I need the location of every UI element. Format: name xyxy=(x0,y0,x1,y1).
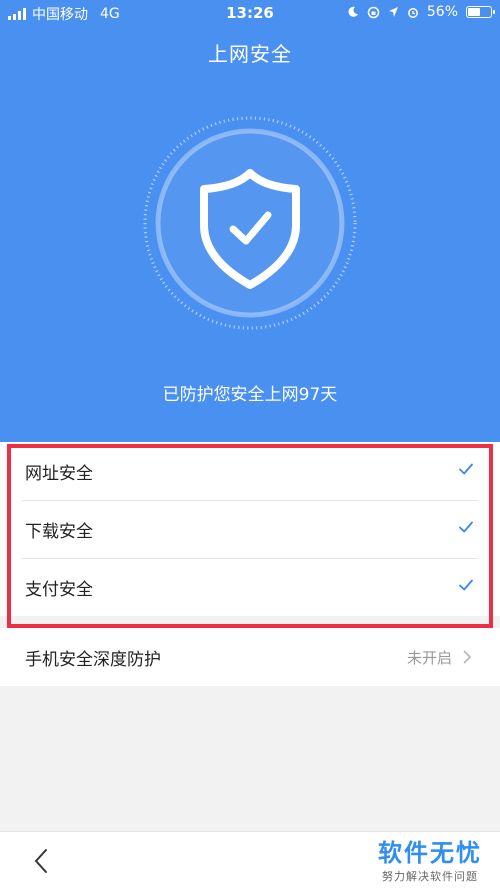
back-arrow-icon[interactable] xyxy=(30,846,52,876)
moon-icon xyxy=(348,6,358,17)
option-payment-security[interactable]: 支付安全 xyxy=(0,558,500,616)
watermark-title: 软件无忧 xyxy=(378,839,482,867)
deep-protection-label: 手机安全深度防护 xyxy=(25,649,161,670)
check-icon xyxy=(459,463,473,475)
deep-protection-row[interactable]: 手机安全深度防护 未开启 xyxy=(0,628,500,686)
battery-icon xyxy=(466,6,495,18)
option-label: 网址安全 xyxy=(25,463,93,484)
check-icon xyxy=(459,579,473,591)
shield-graphic xyxy=(143,116,357,330)
watermark: 软件无忧 努力解决软件问题 xyxy=(366,833,494,887)
status-bar: 中国移动 4G 13:26 56% xyxy=(0,0,500,26)
chevron-right-icon xyxy=(463,650,471,664)
alarm-icon xyxy=(407,8,418,18)
option-url-security[interactable]: 网址安全 xyxy=(0,442,500,500)
rotation-lock-icon xyxy=(367,6,380,18)
deep-protection-status: 未开启 xyxy=(406,648,452,667)
protection-days-text: 已防护您安全上网97天 xyxy=(162,385,338,405)
protection-options-list: 网址安全 下载安全 支付安全 xyxy=(0,442,500,616)
option-label: 下载安全 xyxy=(25,521,93,542)
header-hero: 中国移动 4G 13:26 56% 上网安全 已防护您安全上网97天 xyxy=(0,0,500,442)
location-icon xyxy=(388,7,398,17)
check-icon xyxy=(459,521,473,533)
watermark-subtitle: 努力解决软件问题 xyxy=(382,870,478,883)
option-download-security[interactable]: 下载安全 xyxy=(0,500,500,558)
page-title: 上网安全 xyxy=(208,42,292,66)
battery-percent: 56% xyxy=(426,4,458,20)
option-label: 支付安全 xyxy=(25,579,93,600)
